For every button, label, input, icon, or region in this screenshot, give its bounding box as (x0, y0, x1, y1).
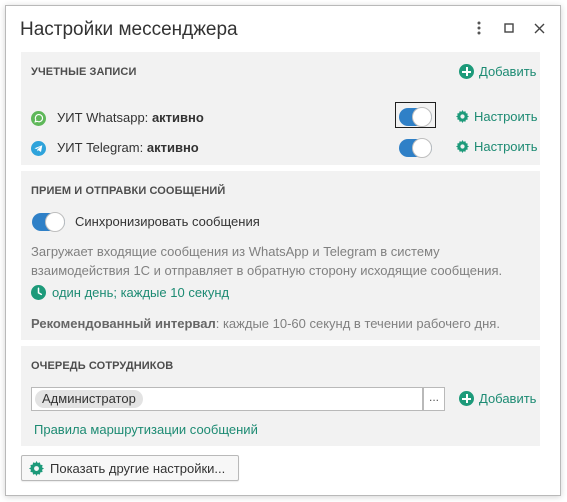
title-bar: Настройки мессенджера (6, 6, 560, 50)
telegram-toggle[interactable] (399, 138, 432, 158)
clock-icon (31, 285, 46, 300)
show-more-settings-button[interactable]: Показать другие настройки... (21, 455, 239, 481)
add-account-label: Добавить (479, 64, 537, 79)
telegram-icon (31, 141, 46, 156)
account-label-telegram: УИТ Telegram: активно (57, 140, 199, 155)
queue-section-title: ОЧЕРЕДЬ СОТРУДНИКОВ (31, 360, 174, 372)
toggle-knob (412, 138, 432, 158)
sync-label: Синхронизировать сообщения (75, 214, 260, 229)
sync-description: Загружает входящие сообщения из WhatsApp… (31, 244, 503, 278)
add-employee-label: Добавить (479, 391, 537, 406)
account-status-telegram: активно (146, 140, 199, 155)
account-row-whatsapp: УИТ Whatsapp: активно Настроить (31, 102, 538, 128)
recommended-interval: Рекомендованный интервал: каждые 10-60 с… (31, 316, 500, 331)
window-title: Настройки мессенджера (20, 19, 238, 40)
settings-window: Настройки мессенджера УЧЕТНЫЕ ЗАПИСИ Доб… (5, 5, 561, 496)
employee-queue-field[interactable]: Администратор (31, 387, 423, 411)
maximize-icon[interactable] (498, 17, 520, 39)
plus-circle-icon (459, 64, 474, 79)
routing-rules-link[interactable]: Правила маршрутизации сообщений (34, 422, 258, 437)
gear-icon (456, 140, 469, 153)
configure-whatsapp-label: Настроить (474, 109, 538, 124)
sync-interval-label: один день; каждые 10 секунд (52, 285, 230, 300)
select-employee-button[interactable]: ... (423, 387, 445, 411)
accounts-panel: УЧЕТНЫЕ ЗАПИСИ Добавить УИТ Whatsapp: ак… (21, 52, 540, 165)
messages-panel: ПРИЕМ И ОТПРАВКИ СООБЩЕНИЙ Синхронизиров… (21, 171, 540, 340)
whatsapp-icon (31, 111, 46, 126)
sync-interval-link[interactable]: один день; каждые 10 секунд (31, 285, 229, 300)
configure-whatsapp-button[interactable]: Настроить (456, 109, 538, 124)
queue-panel: ОЧЕРЕДЬ СОТРУДНИКОВ Администратор ... До… (21, 346, 540, 446)
gear-icon (456, 110, 469, 123)
account-row-telegram: УИТ Telegram: активно Настроить (31, 138, 538, 158)
close-icon[interactable] (528, 17, 550, 39)
show-more-settings-label: Показать другие настройки... (50, 460, 226, 476)
plus-circle-icon (459, 391, 474, 406)
account-status-whatsapp: активно (151, 110, 204, 125)
messages-section-title: ПРИЕМ И ОТПРАВКИ СООБЩЕНИЙ (31, 185, 226, 197)
add-employee-button[interactable]: Добавить (459, 391, 536, 406)
accounts-section-title: УЧЕТНЫЕ ЗАПИСИ (31, 66, 137, 78)
account-label-whatsapp: УИТ Whatsapp: активно (57, 110, 204, 125)
add-account-button[interactable]: Добавить (459, 64, 536, 79)
configure-telegram-button[interactable]: Настроить (456, 139, 538, 154)
employee-chip[interactable]: Администратор (35, 390, 143, 408)
whatsapp-toggle[interactable] (399, 107, 432, 127)
toggle-knob (412, 107, 432, 127)
configure-telegram-label: Настроить (474, 139, 538, 154)
toggle-knob (45, 212, 65, 232)
more-menu-icon[interactable] (468, 17, 490, 39)
sync-toggle[interactable] (32, 212, 65, 232)
gear-icon (29, 460, 44, 476)
